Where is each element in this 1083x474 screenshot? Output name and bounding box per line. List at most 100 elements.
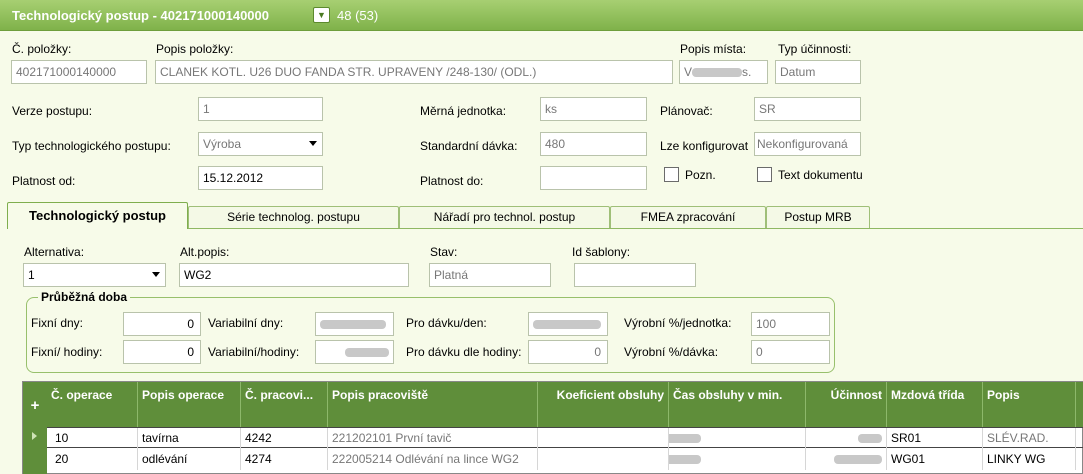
cell-operator-time [669,428,806,449]
fixed-hours-field[interactable]: 0 [123,340,201,364]
planner-label: Plánovač: [660,104,713,118]
col-wc-desc[interactable]: Popis pracoviště [328,382,538,427]
grid-header: Č. operace Popis operace Č. pracovi... P… [47,382,1083,427]
std-batch-field[interactable]: 480 [540,132,647,156]
unit-field[interactable]: ks [540,97,647,121]
current-row-indicator-icon [32,432,37,440]
cell-operator-coef [538,449,669,470]
chevron-down-icon [309,141,317,146]
tab-procedure-series[interactable]: Série technolog. postupu [188,206,399,228]
cell-wage-class: SR01 [887,428,983,449]
cell-wc-desc: 221202101 První tavič [328,428,538,449]
chevron-down-icon [152,272,160,277]
var-hours-field[interactable] [315,340,394,364]
item-no-label: Č. položky: [12,42,72,56]
col-wage-class[interactable]: Mzdová třída [887,382,983,427]
alternative-select[interactable]: 1 [23,263,166,287]
var-hours-label: Variabilní/hodiny: [208,345,300,359]
col-wc-no[interactable]: Č. pracovi... [241,382,328,427]
version-label: Verze postupu: [12,104,93,118]
cell-wc-desc: 222005214 Odlévání na lince WG2 [328,449,538,470]
configurable-field[interactable]: Nekonfigurovaná [754,132,861,156]
record-dropdown-button[interactable]: ▼ [313,7,330,23]
doc-text-checkbox[interactable] [757,167,772,182]
prod-pct-batch-label: Výrobní %/dávka: [624,345,719,359]
col-op-no[interactable]: Č. operace [47,382,138,427]
fixed-days-label: Fixní dny: [31,316,84,330]
per-batch-hour-label: Pro dávku dle hodiny: [406,345,522,359]
cell-op-desc: odlévání [138,449,241,470]
redacted-text [533,320,601,330]
item-no-field[interactable]: 402171000140000 [11,60,147,84]
doc-text-label: Text dokumentu [778,168,863,182]
alt-desc-field[interactable]: WG2 [179,263,409,287]
cell-efficiency [806,449,887,470]
cell-wc-no: 4274 [241,449,328,470]
plus-icon: + [30,397,40,414]
planner-field[interactable]: SR [754,97,861,121]
col-operator-time[interactable]: Čas obsluhy v min. [669,382,806,427]
redacted-text [669,455,701,465]
valid-to-label: Platnost do: [420,174,484,188]
lead-time-title: Průběžná doba [38,290,131,304]
cell-efficiency [806,428,887,449]
col-op-desc[interactable]: Popis operace [138,382,241,427]
place-desc-label: Popis místa: [680,42,747,56]
alternative-label: Alternativa: [24,245,85,259]
cell-desc: SLÉV.RAD. [983,428,1076,449]
unit-label: Měrná jednotka: [420,104,507,118]
state-field[interactable]: Platná [429,263,551,287]
record-counter: 48 (53) [337,8,379,23]
add-row-button[interactable]: + [23,382,47,474]
configurable-label: Lze konfigurovat [660,139,749,153]
redacted-text [345,348,389,358]
fixed-days-field[interactable]: 0 [123,312,201,336]
template-field[interactable] [574,263,696,287]
col-operator-coef[interactable]: Koeficient obsluhy [538,382,669,427]
type-label: Typ technologického postupu: [12,139,171,153]
redacted-text [669,434,701,444]
window-title: Technologický postup - 402171000140000 [12,8,269,23]
redacted-text [834,455,882,465]
place-desc-value: V [684,65,693,79]
place-desc-field[interactable]: Vs. [679,60,768,84]
tab-mrb[interactable]: Postup MRB [766,206,870,228]
alt-desc-label: Alt.popis: [180,245,230,259]
redacted-text [858,434,882,444]
type-select[interactable]: Výroba [198,132,323,156]
cell-wage-class: WG01 [887,449,983,470]
per-batch-hour-field[interactable]: 0 [528,340,608,364]
cell-desc: LINKY WG [983,449,1076,470]
item-desc-field[interactable]: CLANEK KOTL. U26 DUO FANDA STR. UPRAVENY… [155,60,673,84]
note-checkbox[interactable] [664,167,679,182]
efficiency-type-field[interactable]: Datum [775,60,861,84]
note-label: Pozn. [685,168,716,182]
valid-from-field[interactable]: 15.12.2012 [198,166,323,190]
std-batch-label: Standardní dávka: [420,139,518,153]
prod-pct-unit-label: Výrobní %/jednotka: [624,316,732,330]
per-batch-day-field[interactable] [528,312,608,336]
cell-op-no: 10 [51,428,138,449]
col-desc[interactable]: Popis [983,382,1076,427]
operations-grid: + Č. operace Popis operace Č. pracovi...… [22,381,1083,474]
version-field[interactable]: 1 [198,97,323,121]
cell-wc-no: 4242 [241,428,328,449]
type-value: Výroba [203,137,242,151]
tab-technological-procedure[interactable]: Technologický postup [7,202,188,229]
prod-pct-batch-field[interactable]: 0 [751,340,830,364]
cell-operator-coef [538,428,669,449]
template-label: Id šablony: [572,245,631,259]
alternative-value: 1 [28,268,35,282]
redacted-text [320,320,386,330]
cell-op-desc: tavírna [138,428,241,449]
state-label: Stav: [430,245,458,259]
valid-from-label: Platnost od: [12,174,76,188]
col-efficiency[interactable]: Účinnost [806,382,887,427]
var-days-field[interactable] [315,312,394,336]
tab-tools[interactable]: Nářadí pro technol. postup [399,206,610,228]
valid-to-field[interactable] [540,166,647,190]
var-days-label: Variabilní dny: [208,316,284,330]
prod-pct-unit-field[interactable]: 100 [751,312,830,336]
tab-fmea[interactable]: FMEA zpracování [610,206,766,228]
fixed-hours-label: Fixní/ hodiny: [31,345,103,359]
